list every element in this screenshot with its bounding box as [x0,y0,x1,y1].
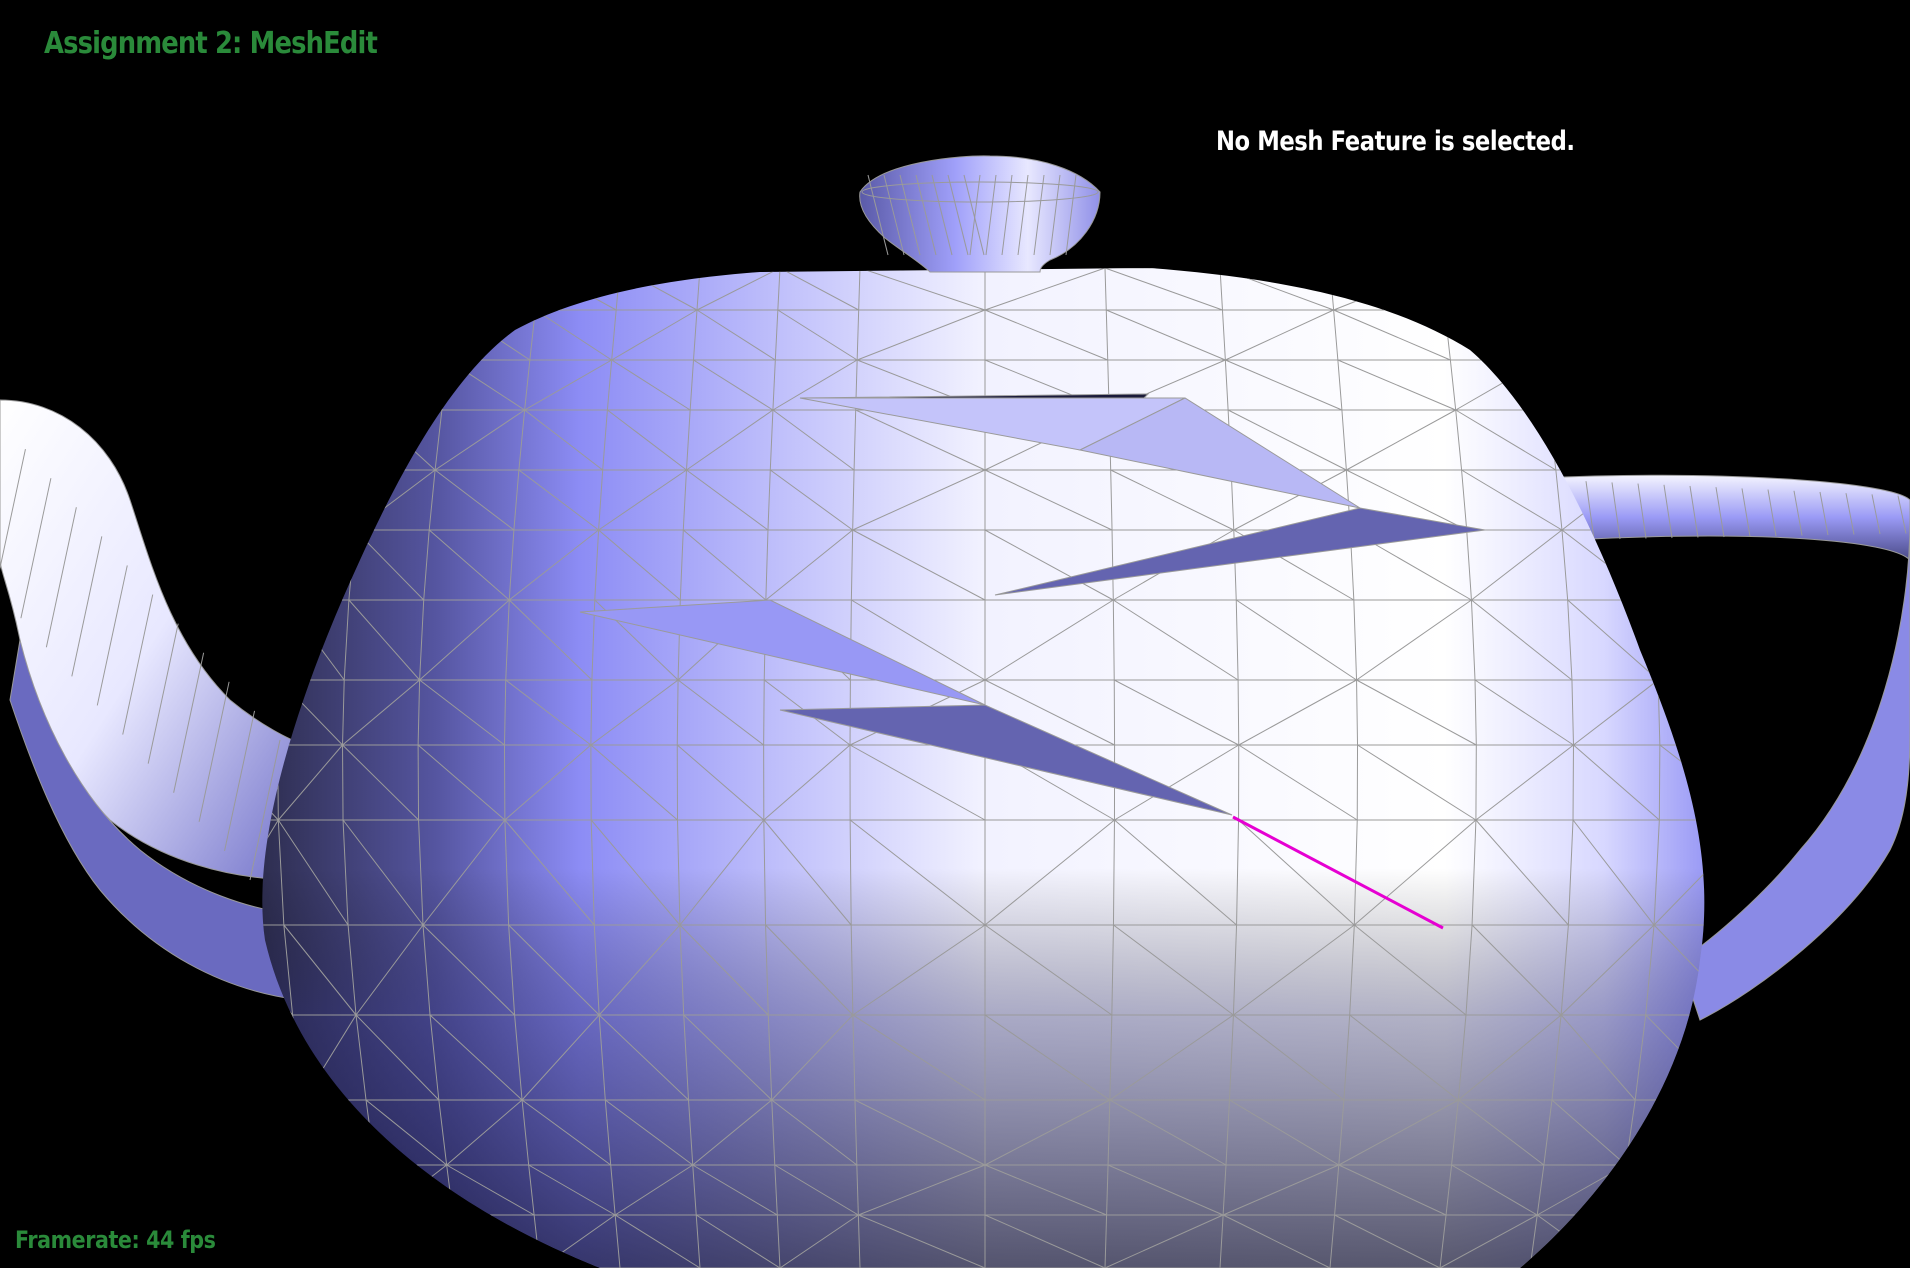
wire-diagonal [1616,309,1705,361]
wire-column [1699,268,1705,1268]
wire-diagonal [262,1214,331,1268]
wire-diagonal [1542,359,1632,411]
wire-diagonal [1639,409,1705,471]
wire-diagonal [307,409,363,471]
wire-diagonal [262,529,286,601]
wire-diagonal [262,359,308,411]
teapot-lid-knob [859,155,1101,273]
mesh-viewport[interactable] [0,0,1910,1268]
knob-surface [859,155,1101,273]
teapot-body [262,268,1705,1268]
wire-diagonal [1333,268,1441,311]
teapot-spout [0,399,306,1001]
wire-diagonal [1646,529,1705,601]
wire-diagonal [329,1214,383,1268]
spout-surface [0,399,306,881]
wire-diagonal [1542,309,1617,361]
wire-diagonal [262,599,286,681]
wire-diagonal [1657,679,1705,746]
wire-diagonal [376,309,455,361]
wire-diagonal [1548,409,1640,471]
teapot-mesh-render[interactable] [0,0,1910,1268]
wire-diagonal [1439,268,1536,311]
wire-diagonal [262,409,308,471]
wire-diagonal [262,309,316,361]
wire-diagonal [1618,1214,1701,1268]
wire-diagonal [322,309,377,361]
wire-diagonal [262,1099,304,1166]
wire-diagonal [313,1164,383,1216]
wire-diagonal [262,1014,304,1101]
wire-diagonal [1529,268,1617,311]
wire-diagonal [1616,268,1701,311]
wire-diagonal [381,1214,461,1268]
wire-diagonal [389,268,455,311]
wire-diagonal [1624,359,1705,411]
wire-diagonal [454,268,541,311]
wire-diagonal [1625,1164,1705,1216]
wire-diagonal [376,359,443,411]
wire-diagonal [262,1164,322,1216]
wire-diagonal [284,529,356,601]
framerate-readout: Framerate: 44 fps [15,1226,216,1254]
wire-diagonal [1657,599,1705,681]
wire-diagonal [262,469,292,531]
app-title: Assignment 2: MeshEdit [44,26,378,61]
handle-side-band [1679,519,1910,1021]
wire-diagonal [307,359,377,411]
wire-diagonal [329,268,385,311]
wire-diagonal [298,469,356,531]
selection-status: No Mesh Feature is selected. [1216,126,1575,157]
wire-diagonal [262,268,331,311]
wire-diagonal [381,1164,447,1216]
